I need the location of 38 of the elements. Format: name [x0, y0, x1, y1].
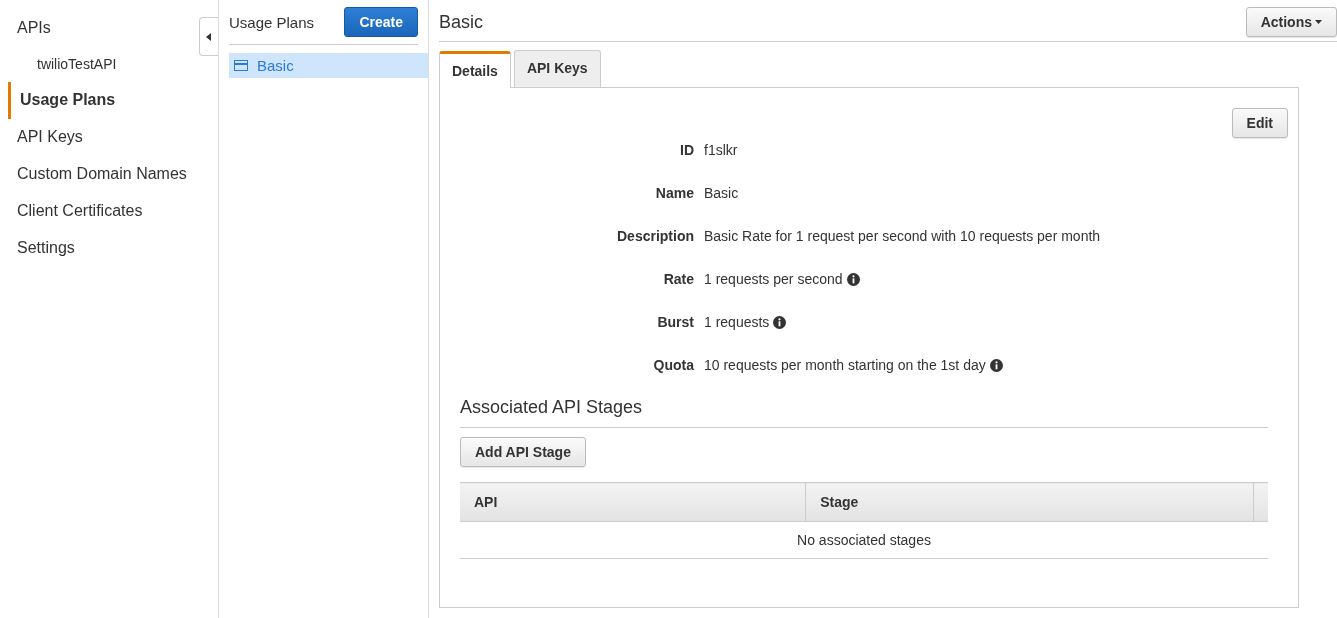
tab[interactable]: API Keys: [513, 50, 601, 87]
nav-link[interactable]: APIs: [8, 10, 68, 47]
section-title: Associated API Stages: [460, 397, 1268, 428]
field-value: 1 requests: [704, 314, 770, 330]
nav-link[interactable]: Client Certificates: [8, 193, 160, 230]
column-header: Stage: [805, 482, 1254, 522]
field-label: Name: [654, 185, 694, 201]
field-label: Quota: [652, 357, 694, 373]
field-value: 10 requests per month starting on the 1st day: [704, 357, 986, 373]
caret-icon: [206, 32, 212, 41]
field-label: Rate: [662, 271, 694, 287]
field-label: Description: [616, 228, 694, 244]
nav-link[interactable]: twilioTestAPI: [8, 47, 134, 82]
empty-message: No associated stages: [460, 521, 1268, 559]
tab[interactable]: Details: [439, 51, 511, 88]
nav-link[interactable]: API Keys: [8, 119, 100, 156]
info-icon[interactable]: [989, 358, 1003, 372]
caret-icon: [1315, 20, 1322, 24]
field-value: 1 requests per second: [704, 271, 843, 287]
nav-link[interactable]: Settings: [8, 230, 92, 267]
page-title: Basic: [439, 11, 483, 33]
actions-button[interactable]: Actions: [1245, 7, 1337, 37]
info-icon[interactable]: [773, 315, 787, 329]
info-icon[interactable]: [846, 272, 860, 286]
column-header: API: [460, 482, 806, 522]
panel-title: Usage Plans: [229, 13, 315, 31]
card-icon: [234, 60, 248, 71]
nav-link[interactable]: Custom Domain Names: [8, 156, 204, 193]
field-value: Basic Rate for 1 request per second with 10 requests per month: [704, 228, 1101, 244]
edit-button[interactable]: Edit: [1231, 108, 1288, 138]
field-label: ID: [679, 142, 694, 158]
nav-link[interactable]: Usage Plans: [8, 82, 133, 119]
add-api-stage-button[interactable]: Add API Stage: [460, 437, 586, 467]
field-value: f1slkr: [704, 142, 738, 158]
collapse-toggle-button[interactable]: [199, 17, 218, 56]
create-button[interactable]: Create: [344, 7, 418, 37]
field-label: Burst: [656, 314, 694, 330]
field-value: Basic: [704, 185, 739, 201]
